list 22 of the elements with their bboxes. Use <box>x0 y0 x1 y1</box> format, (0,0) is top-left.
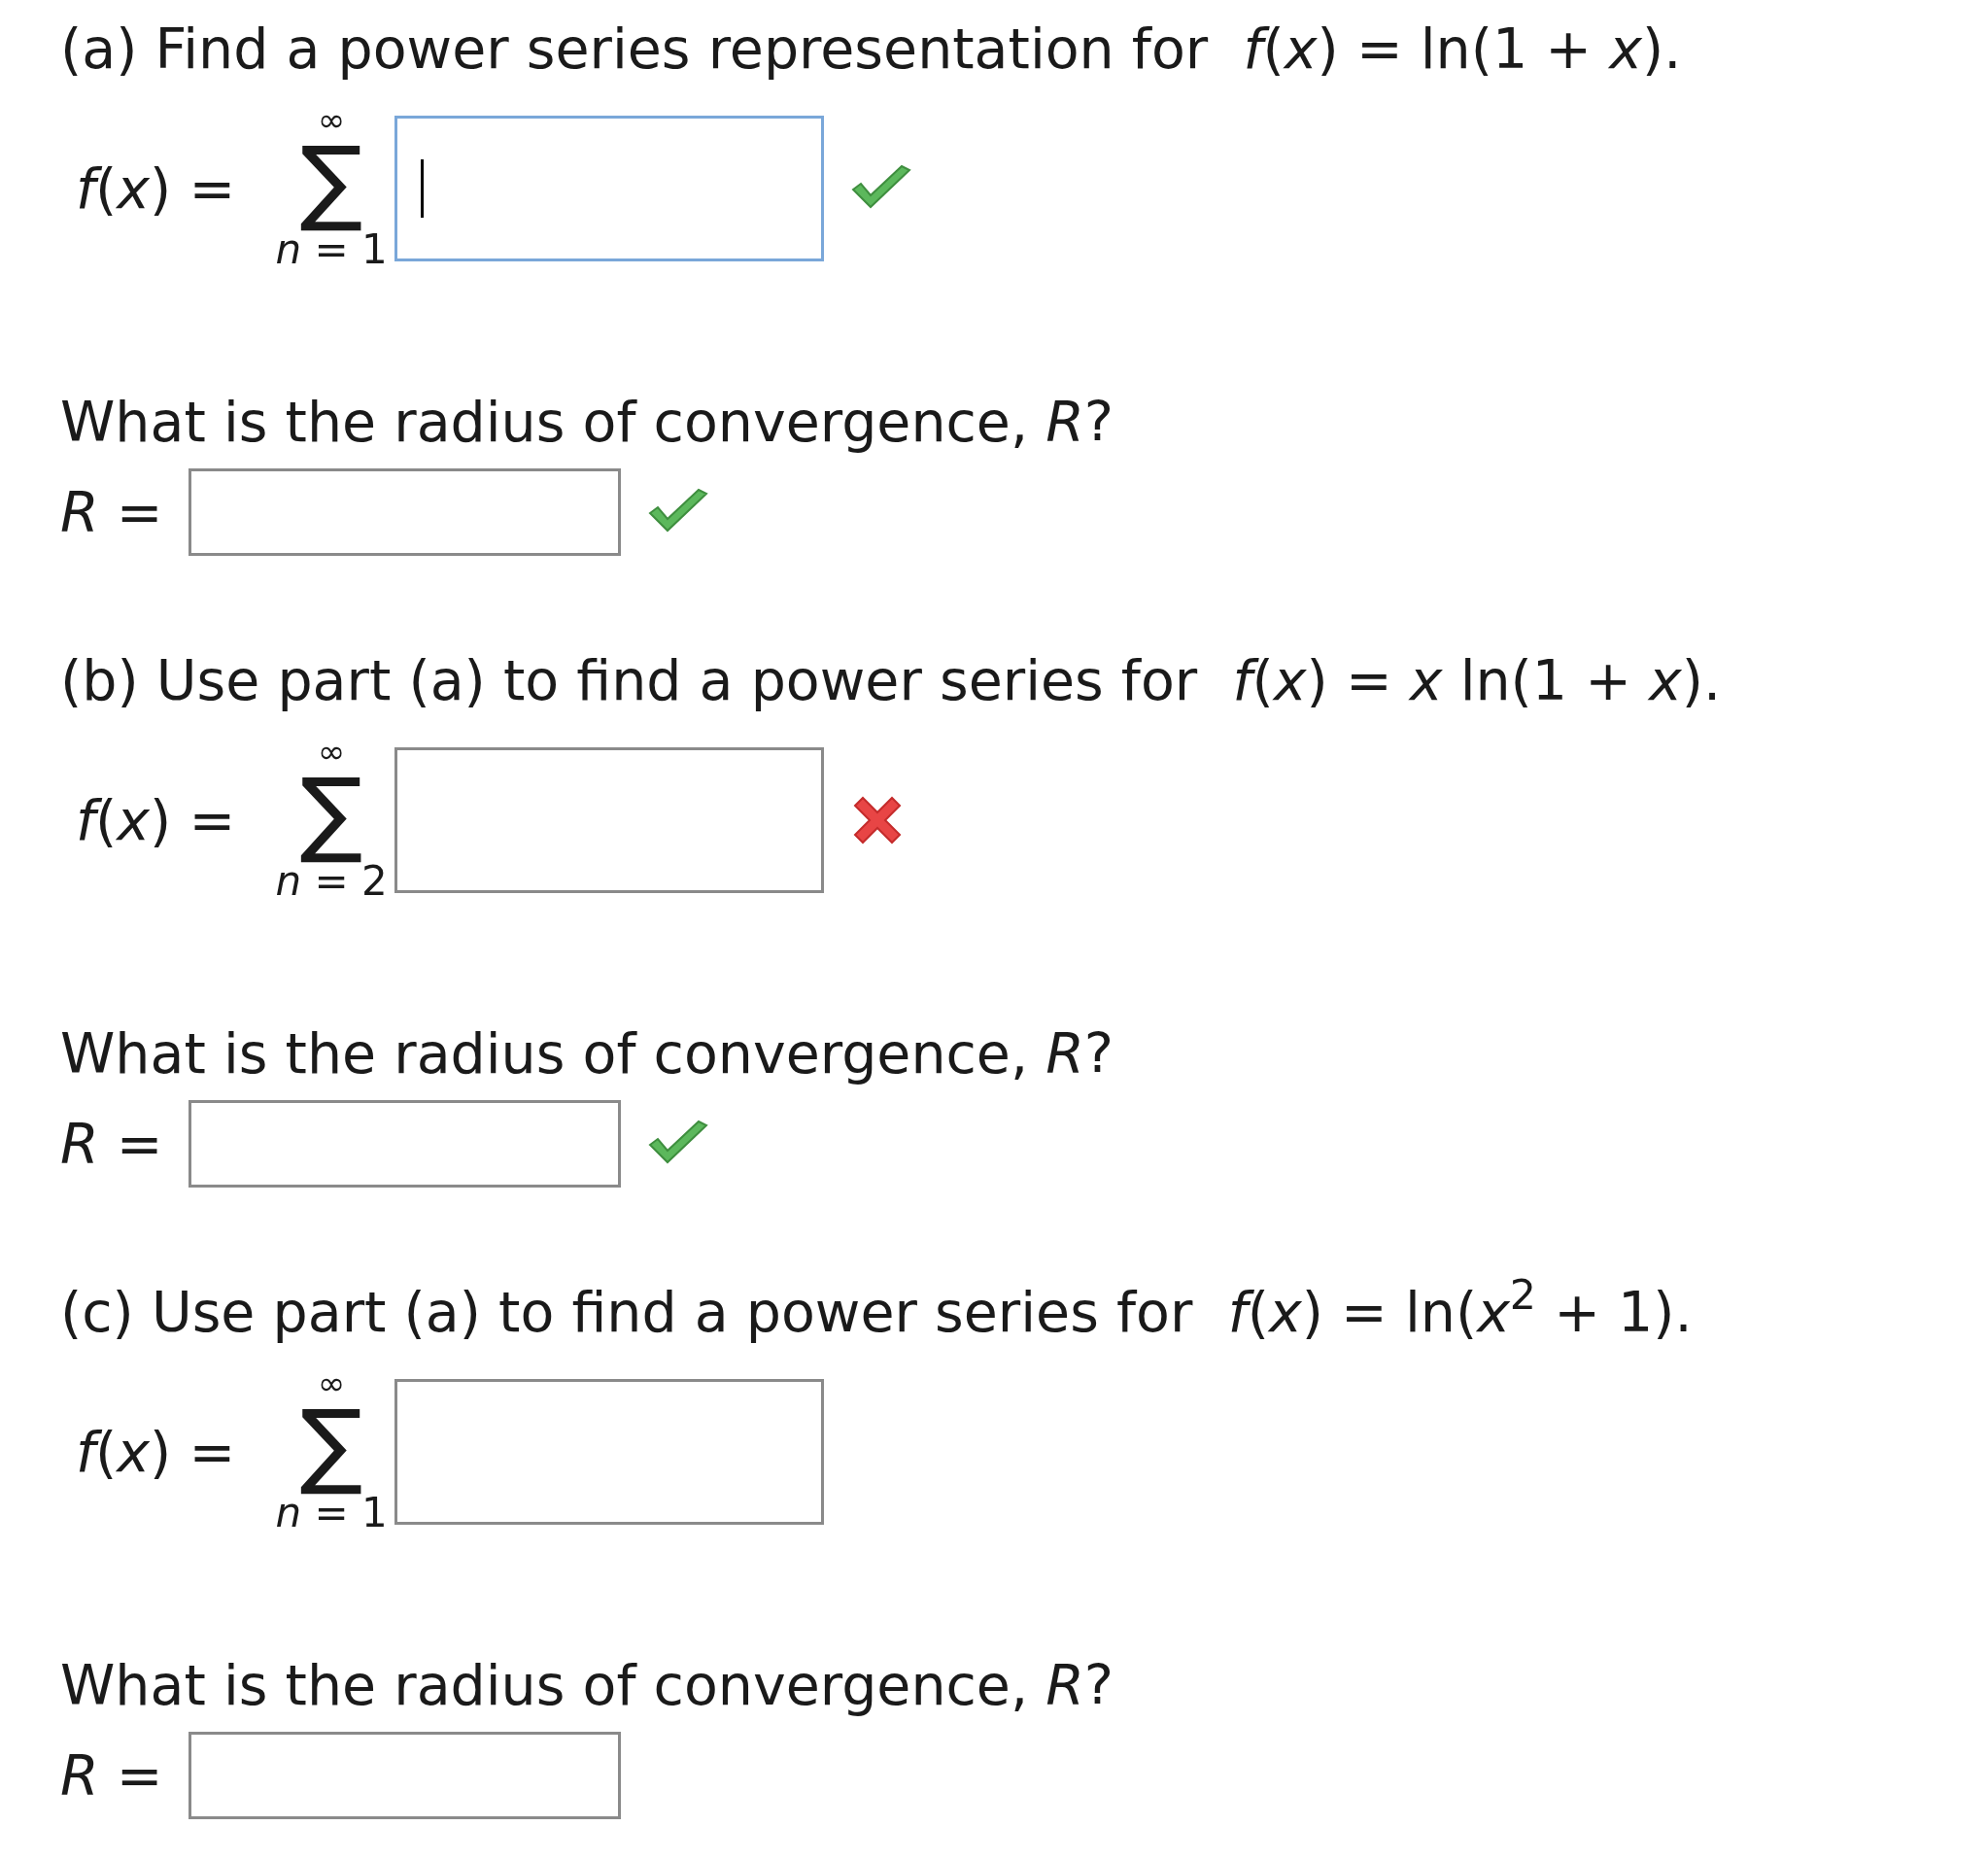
function-label: f(x) = <box>76 1420 236 1484</box>
question-text: What is the radius of convergence, R? <box>60 1020 1115 1087</box>
question-text: What is the radius of convergence, R? <box>60 389 1115 456</box>
question-text: (a) Find a power series representation for f(x) = ln(1 + x). <box>60 16 1683 83</box>
question-text: (b) Use part (a) to find a power series for f(x) = x ln(1 + x). <box>60 647 1723 714</box>
answer-box[interactable] <box>394 747 825 893</box>
radius-label: R = <box>60 1112 163 1176</box>
text-cursor <box>421 159 425 218</box>
upper-limit: ∞ <box>318 737 346 766</box>
answer-box[interactable] <box>188 1732 621 1819</box>
question-text: What is the radius of convergence, R? <box>60 1652 1115 1719</box>
radius-label: R = <box>60 480 163 544</box>
answer-box[interactable] <box>394 1379 825 1525</box>
upper-limit: ∞ <box>318 1368 346 1397</box>
function-label: f(x) = <box>76 156 236 221</box>
upper-limit: ∞ <box>318 105 346 134</box>
function-label: f(x) = <box>76 788 236 852</box>
answer-box[interactable] <box>394 116 825 261</box>
answer-box[interactable] <box>188 1100 621 1188</box>
question-text: (c) Use part (a) to find a power series for f(x) = ln(x$^{2}$ + 1). <box>60 1277 1694 1346</box>
radius-label: R = <box>60 1743 163 1808</box>
answer-box[interactable] <box>188 468 621 556</box>
